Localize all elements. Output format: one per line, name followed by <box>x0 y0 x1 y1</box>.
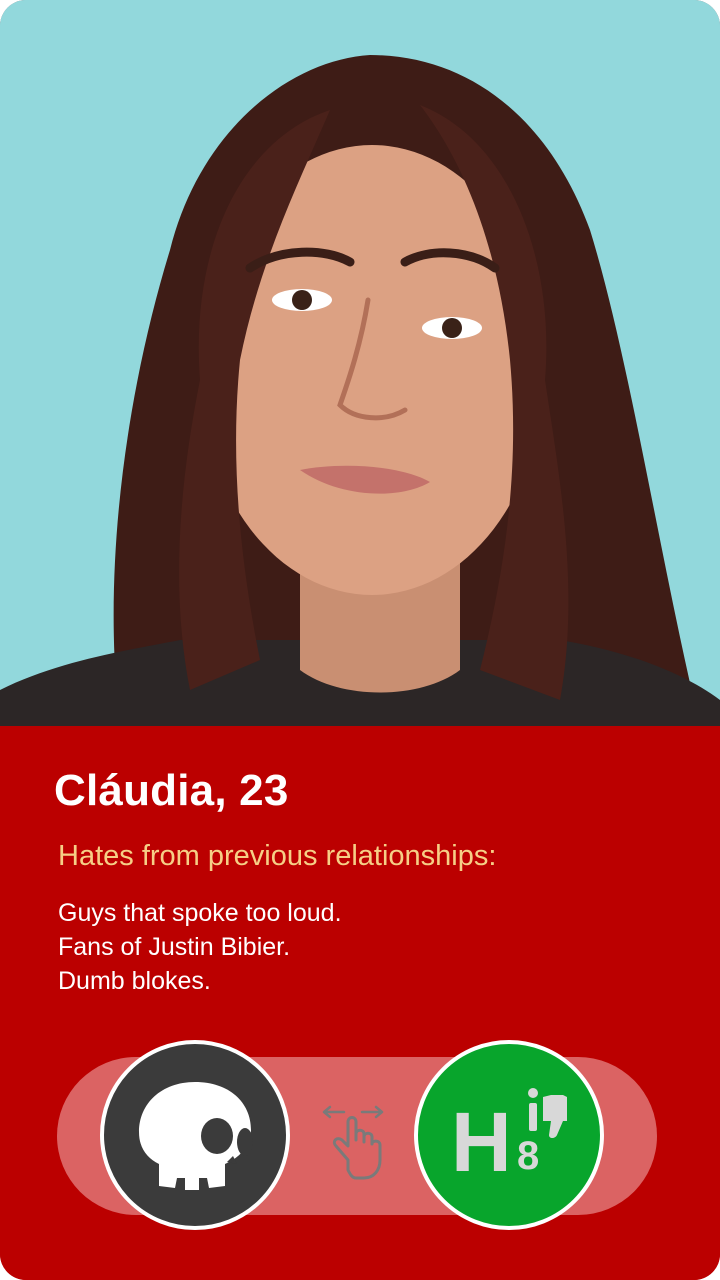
hates-list: Guys that spoke too loud. Fans of Justin… <box>58 896 342 998</box>
hate-item: Dumb blokes. <box>58 967 211 995</box>
profile-card[interactable]: Cláudia, 23 Hates from previous relation… <box>0 0 720 1280</box>
swipe-hand-icon <box>322 1105 384 1180</box>
h8-logo-digit: 8 <box>517 1134 539 1178</box>
hate-button[interactable]: H 8 <box>414 1040 604 1230</box>
profile-name-age: Cláudia, 23 <box>54 766 289 815</box>
h8-logo-letter: H <box>451 1095 508 1185</box>
h8-thumbs-down-icon: H 8 <box>451 1088 567 1185</box>
hates-heading: Hates from previous relationships: <box>58 840 497 872</box>
hate-item: Guys that spoke too loud. <box>58 899 342 927</box>
reject-button[interactable] <box>100 1040 290 1230</box>
skull-icon <box>139 1082 253 1190</box>
profile-photo <box>0 0 720 726</box>
hate-item: Fans of Justin Bibier. <box>58 933 291 961</box>
